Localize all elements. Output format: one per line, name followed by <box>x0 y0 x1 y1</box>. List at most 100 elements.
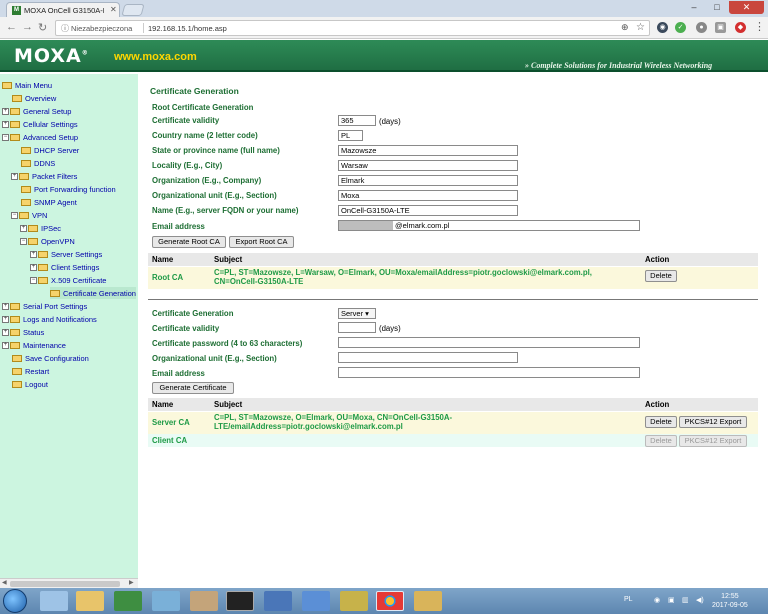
language-indicator[interactable]: PL <box>624 596 633 603</box>
tray-icon[interactable]: ▣ <box>668 596 675 604</box>
expand-plus-icon[interactable]: + <box>20 224 27 232</box>
sidebar-item-overview[interactable]: Overview <box>12 92 56 104</box>
paint-icon[interactable] <box>414 591 442 611</box>
sidebar-item-maintenance[interactable]: + Maintenance <box>2 339 66 351</box>
computer-icon[interactable] <box>302 591 330 611</box>
forward-arrow-icon[interactable]: → <box>22 21 33 33</box>
sidebar-item-serial-port-settings[interactable]: + Serial Port Settings <box>2 300 87 312</box>
sidebar-item-port-forwarding[interactable]: Port Forwarding function <box>21 183 116 195</box>
expand-plus-icon[interactable]: + <box>11 172 18 180</box>
network-icon[interactable] <box>264 591 292 611</box>
sidebar-item-x509-certificate[interactable]: − X.509 Certificate <box>30 274 106 286</box>
start-button[interactable] <box>3 589 27 613</box>
certificate-type-select[interactable]: Server ▾ <box>338 308 376 319</box>
scroll-left-arrow-icon[interactable]: ◀ <box>2 579 7 586</box>
system-clock[interactable]: 12:55 2017-09-05 <box>712 592 748 610</box>
sidebar-item-ipsec[interactable]: + IPSec <box>20 222 61 234</box>
pkcs12-export-server-button[interactable]: PKCS#12 Export <box>679 416 747 428</box>
locality-input[interactable]: Warsaw <box>338 160 518 171</box>
cert-organizational-unit-input[interactable] <box>338 352 518 363</box>
browser-tab[interactable]: M MOXA OnCell G3150A-L ✕ <box>6 2 120 17</box>
expand-plus-icon[interactable]: + <box>2 315 9 323</box>
collapse-minus-icon[interactable]: − <box>30 276 37 284</box>
pkcs12-export-client-button[interactable]: PKCS#12 Export <box>679 435 747 447</box>
explorer-folder-icon[interactable] <box>76 591 104 611</box>
command-prompt-icon[interactable] <box>226 591 254 611</box>
zoom-icon[interactable]: ⊕ <box>621 22 629 33</box>
tray-icon[interactable]: ◉ <box>654 596 660 604</box>
volume-icon[interactable]: ◀) <box>696 596 704 604</box>
email-address-input[interactable]: @elmark.com.pl <box>338 220 640 231</box>
expand-plus-icon[interactable]: + <box>30 263 37 271</box>
bookmark-star-icon[interactable]: ☆ <box>636 22 645 33</box>
new-tab-button[interactable] <box>121 4 145 16</box>
sidebar-item-packet-filters[interactable]: + Packet Filters <box>11 170 77 182</box>
expand-plus-icon[interactable]: + <box>2 107 9 115</box>
certificate-validity-input[interactable]: 365 <box>338 115 376 126</box>
window-maximize-button[interactable]: □ <box>706 1 728 14</box>
chart-app-icon[interactable] <box>340 591 368 611</box>
window-close-button[interactable]: ✕ <box>729 1 764 14</box>
sidebar-item-restart[interactable]: Restart <box>12 365 49 377</box>
cert-email-input[interactable] <box>338 367 640 378</box>
moxa-website-link[interactable]: www.moxa.com <box>114 51 197 63</box>
sidebar-item-logout[interactable]: Logout <box>12 378 48 390</box>
chrome-icon[interactable] <box>376 591 404 611</box>
sidebar-item-logs-notifications[interactable]: + Logs and Notifications <box>2 313 97 325</box>
checkmark-extension-icon[interactable]: ✓ <box>675 22 686 33</box>
country-name-input[interactable]: PL <box>338 130 363 141</box>
expand-plus-icon[interactable]: + <box>30 250 37 258</box>
sidebar-item-openvpn[interactable]: − OpenVPN <box>20 235 75 247</box>
organizational-unit-input[interactable]: Moxa <box>338 190 518 201</box>
app-icon[interactable] <box>40 591 68 611</box>
collapse-minus-icon[interactable]: − <box>20 237 27 245</box>
scrollbar-thumb[interactable] <box>10 581 120 587</box>
sidebar-item-cellular-settings[interactable]: + Cellular Settings <box>2 118 78 130</box>
tools-icon[interactable] <box>190 591 218 611</box>
tab-close-icon[interactable]: ✕ <box>110 5 117 14</box>
sidebar-item-general-setup[interactable]: + General Setup <box>2 105 71 117</box>
reload-icon[interactable]: ↻ <box>38 21 47 34</box>
back-arrow-icon[interactable]: ← <box>6 21 17 33</box>
collapse-minus-icon[interactable]: − <box>11 211 18 219</box>
sidebar-item-status[interactable]: + Status <box>2 326 44 338</box>
sidebar-horizontal-scrollbar[interactable]: ◀ ▶ <box>0 578 138 588</box>
expand-plus-icon[interactable]: + <box>2 302 9 310</box>
scroll-right-arrow-icon[interactable]: ▶ <box>129 579 134 586</box>
sidebar-item-snmp-agent[interactable]: SNMP Agent <box>21 196 77 208</box>
sidebar-item-dhcp-server[interactable]: DHCP Server <box>21 144 79 156</box>
cert-validity-input[interactable] <box>338 322 376 333</box>
generate-root-ca-button[interactable]: Generate Root CA <box>152 236 226 248</box>
menu-kebab-icon[interactable]: ⋮ <box>754 20 765 33</box>
window-minimize-button[interactable]: – <box>683 1 705 14</box>
sidebar-item-ddns[interactable]: DDNS <box>21 157 55 169</box>
organization-input[interactable]: Elmark <box>338 175 518 186</box>
export-root-ca-button[interactable]: Export Root CA <box>229 236 294 248</box>
sidebar-item-save-configuration[interactable]: Save Configuration <box>12 352 89 364</box>
delete-root-ca-button[interactable]: Delete <box>645 270 677 282</box>
sidebar-item-main-menu[interactable]: Main Menu <box>2 79 52 91</box>
extension-icon[interactable]: ▣ <box>715 22 726 33</box>
sidebar-item-vpn[interactable]: − VPN <box>11 209 47 221</box>
state-province-input[interactable]: Mazowsze <box>338 145 518 156</box>
certificate-password-input[interactable] <box>338 337 640 348</box>
network-tray-icon[interactable]: ▥ <box>682 596 689 604</box>
extension-icon[interactable]: ● <box>696 22 707 33</box>
generate-certificate-button[interactable]: Generate Certificate <box>152 382 234 394</box>
excel-icon[interactable] <box>114 591 142 611</box>
delete-server-ca-button[interactable]: Delete <box>645 416 677 428</box>
url-field[interactable]: ⓘ Niezabezpieczona 192.168.15.1/home.asp… <box>55 20 650 36</box>
adblock-icon[interactable]: ◆ <box>735 22 746 33</box>
app-icon[interactable] <box>152 591 180 611</box>
sidebar-item-advanced-setup[interactable]: − Advanced Setup <box>2 131 78 143</box>
sidebar-item-client-settings[interactable]: + Client Settings <box>30 261 99 273</box>
expand-plus-icon[interactable]: + <box>2 328 9 336</box>
collapse-minus-icon[interactable]: − <box>2 133 9 141</box>
extension-icon[interactable]: ◉ <box>657 22 668 33</box>
info-icon[interactable]: ⓘ <box>61 23 69 34</box>
expand-plus-icon[interactable]: + <box>2 341 9 349</box>
expand-plus-icon[interactable]: + <box>2 120 9 128</box>
delete-client-ca-button[interactable]: Delete <box>645 435 677 447</box>
sidebar-item-certificate-generation[interactable]: Certificate Generation <box>50 287 136 299</box>
sidebar-item-server-settings[interactable]: + Server Settings <box>30 248 102 260</box>
